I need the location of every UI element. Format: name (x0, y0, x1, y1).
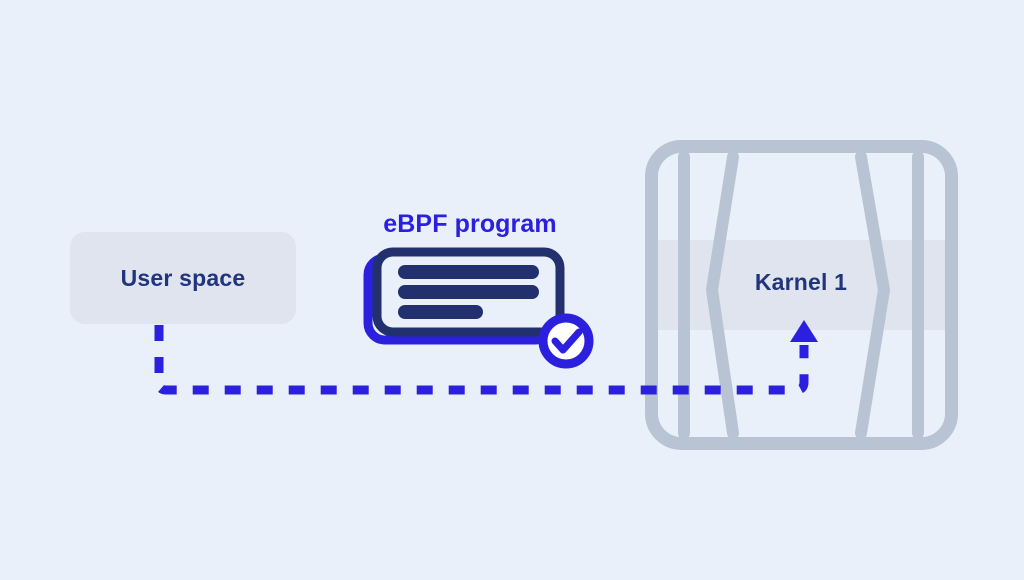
kernel-block[interactable]: Karnel 1 (645, 140, 958, 450)
verified-check-icon[interactable] (538, 313, 594, 369)
userspace-label: User space (121, 265, 246, 291)
userspace-box[interactable]: User space (70, 232, 296, 324)
ebpf-program-card[interactable]: eBPF program (363, 210, 594, 369)
diagram-canvas: Karnel 1 User space eBPF program (0, 0, 1024, 580)
kernel-label: Karnel 1 (755, 269, 847, 295)
ebpf-card-title: eBPF program (383, 210, 556, 238)
ebpf-flow-diagram: Karnel 1 User space eBPF program (0, 0, 1024, 580)
